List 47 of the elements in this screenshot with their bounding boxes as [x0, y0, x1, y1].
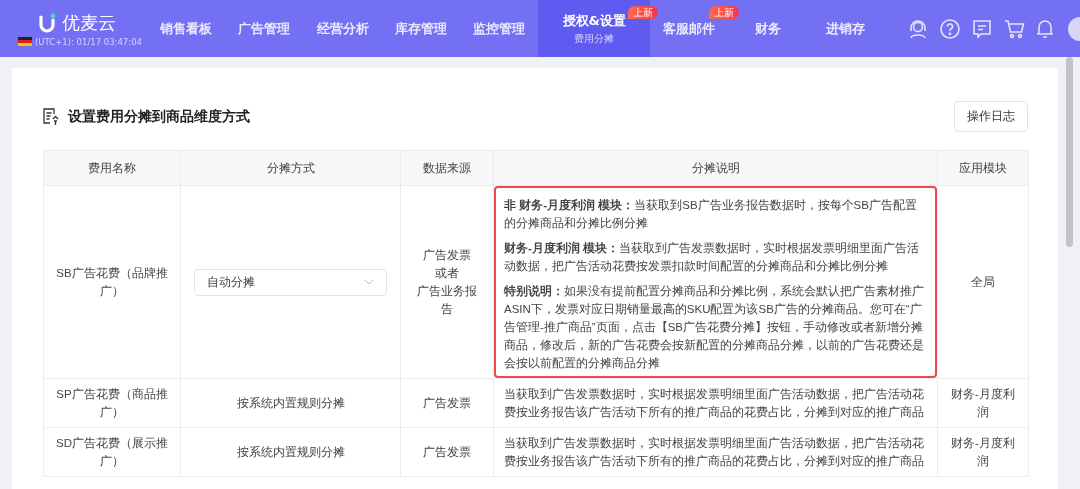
table-cell: 按系统内置规则分摊 — [236, 397, 345, 409]
nav-tab[interactable]: 销售看板 — [160, 17, 213, 40]
table-cell: 全局 — [971, 276, 995, 288]
bell-icon[interactable] — [1034, 17, 1055, 40]
nav-tab[interactable]: 经营分析 — [316, 17, 369, 40]
table-cell-text: 或者 — [434, 266, 460, 281]
nav-tab[interactable]: 广告管理 — [238, 17, 291, 40]
nav-tab[interactable]: 库存管理 — [394, 17, 447, 40]
table-cell: SB广告花费（品牌推广） — [56, 267, 168, 297]
logo-icon — [38, 12, 56, 33]
table-cell: 按系统内置规则分摊 — [236, 446, 345, 458]
nav-tab[interactable]: 客服邮件 — [663, 17, 716, 40]
table-cell-text: 广告发票 — [422, 396, 472, 411]
description-text: 非 财务-月度利润 模块：当获取到SB广告业务报告数据时，按每个SB广告配置的分摊商品和分摊比例分摊 — [504, 197, 918, 231]
flag-icon — [18, 37, 32, 46]
description-text: 财务-月度利润 模块：当获取到广告发票数据时，实时根据发票明细里面广告活动数据，把广告活动花费按发票扣款时间配置的分摊商品和分摊比例分摊 — [504, 240, 921, 274]
column-header: 费用名称 — [88, 162, 136, 174]
timezone-clock: (UTC+1): 01/17 03:47:04 — [35, 36, 142, 47]
description-text: 特别说明：如果没有提前配置分摊商品和分摊比例，系统会默认把广告素材推广ASIN下，发票对应日期销量最高的SKU配置为该SB广告的分摊商品。您可在“广告管理-推广商品”页面，点击【SB广告花费分摊】按钮，手动修改或者新增分摊商品，修改后，新的广告花费会按新配置的分摊商品分摊，以前的广告花费还是会按以前配置的分摊商品分摊 — [504, 284, 925, 371]
help-icon[interactable] — [938, 17, 961, 40]
section-title: 设置费用分摊到商品维度方式 — [68, 107, 250, 126]
operation-log-button[interactable]: 操作日志 — [954, 101, 1028, 132]
table-cell: SP广告花费（商品推广） — [56, 388, 168, 418]
cart-icon[interactable] — [1002, 17, 1025, 40]
table-cell-text: 广告发票 — [422, 445, 472, 460]
method-select[interactable]: 自动分摊 — [194, 268, 387, 296]
avatar[interactable] — [1067, 16, 1080, 41]
new-badge: 上新 — [628, 6, 659, 19]
document-icon — [43, 107, 60, 126]
nav-tab[interactable]: 监控管理 — [473, 17, 526, 40]
message-icon[interactable] — [970, 17, 993, 40]
description-text: 当获取到广告发票数据时，实时根据发票明细里面广告活动数据，把广告活动花费按业务报告该广告活动下所有的推广商品的花费占比，分摊到对应的推广商品 — [504, 387, 925, 420]
column-header: 数据来源 — [423, 162, 471, 174]
chevron-down-icon — [364, 279, 374, 285]
column-header: 分摊方式 — [266, 162, 315, 174]
column-header: 应用模块 — [959, 162, 1007, 174]
table-cell: SD广告花费（展示推广） — [56, 437, 168, 467]
nav-tab[interactable]: 进销存 — [826, 17, 866, 40]
new-badge: 上新 — [708, 6, 739, 19]
table-cell-text: 广告业务报告 — [416, 284, 478, 317]
table-cell: 财务-月度利润 — [951, 388, 1015, 418]
nav-tab[interactable]: 财务 — [754, 17, 781, 40]
description-text: 当获取到广告发票数据时，实时根据发票明细里面广告活动数据，把广告活动花费按业务报告该广告活动下所有的推广商品的花费占比，分摊到对应的推广商品 — [504, 436, 925, 469]
table-cell-text: 广告发票 — [422, 248, 472, 263]
table-cell: 财务-月度利润 — [951, 437, 1015, 467]
column-header: 分摊说明 — [691, 162, 740, 174]
logo-text: 优麦云 — [62, 10, 116, 35]
